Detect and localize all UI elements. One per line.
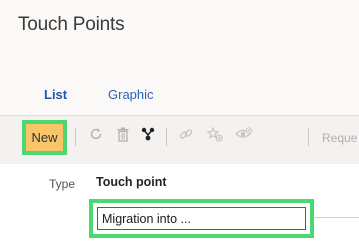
link-icon[interactable]	[176, 123, 196, 145]
watch-icon[interactable]	[234, 123, 254, 145]
tab-graphic[interactable]: Graphic	[108, 87, 154, 102]
touch-point-name-field[interactable]: Migration into ...	[89, 199, 314, 238]
tab-list[interactable]: List	[44, 87, 67, 102]
new-button[interactable]: New	[22, 120, 67, 155]
toolbar-separator	[308, 128, 309, 146]
column-header-type: Type	[49, 177, 76, 191]
refresh-icon[interactable]	[86, 123, 106, 145]
toolbar-separator	[75, 128, 76, 146]
page-title: Touch Points	[18, 14, 125, 35]
toolbar-separator	[166, 128, 167, 146]
delete-icon[interactable]	[113, 123, 133, 145]
touch-points-panel: Touch Points List Graphic New Reque Type…	[0, 0, 359, 242]
row-divider	[314, 217, 359, 218]
toolbar-truncated-item[interactable]: Reque	[322, 131, 357, 145]
hierarchy-icon[interactable]	[138, 123, 158, 145]
touch-point-name-input[interactable]: Migration into ...	[97, 207, 306, 230]
column-header-touch-point: Touch point	[96, 175, 167, 189]
favorite-add-icon[interactable]	[205, 123, 225, 145]
